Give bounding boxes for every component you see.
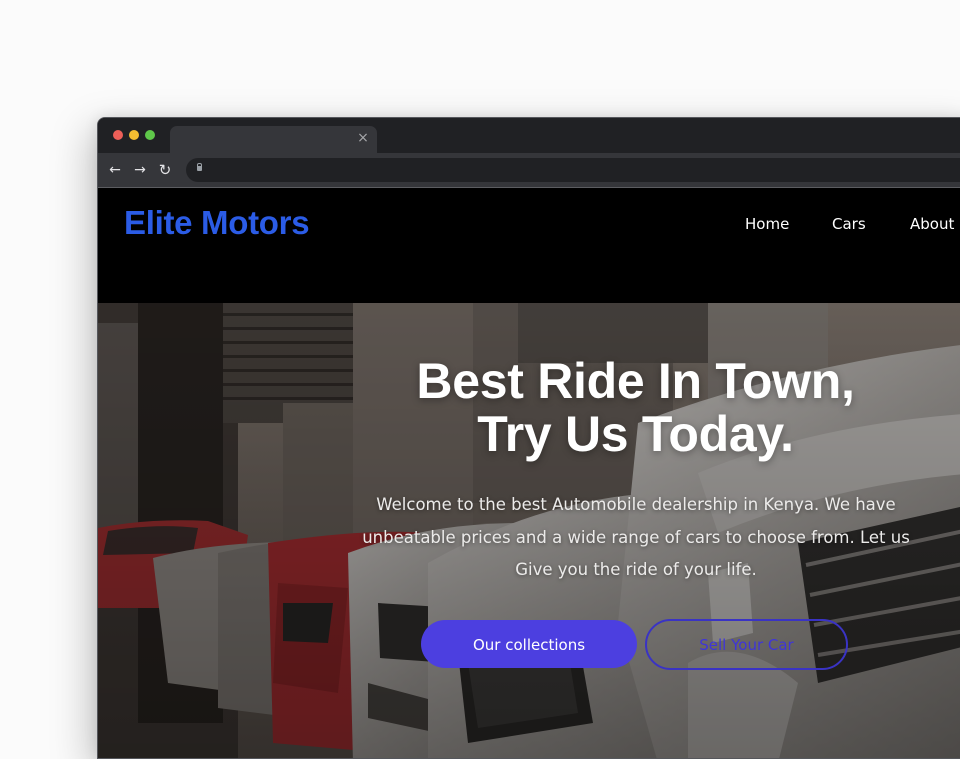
hero-section: Best Ride In Town, Try Us Today. Welcome… bbox=[98, 303, 960, 758]
address-bar[interactable] bbox=[186, 158, 960, 182]
close-window-button[interactable] bbox=[113, 130, 123, 140]
site-header: Elite Motors Home Cars About bbox=[98, 188, 960, 303]
back-icon[interactable]: ← bbox=[107, 162, 123, 178]
browser-toolbar: ← → ↻ bbox=[98, 153, 960, 188]
hero-title: Best Ride In Town, Try Us Today. bbox=[338, 355, 933, 461]
lock-icon bbox=[197, 163, 202, 171]
hero-description: Welcome to the best Automobile dealershi… bbox=[362, 495, 910, 579]
sell-your-car-button[interactable]: Sell Your Car bbox=[645, 619, 848, 670]
browser-window: × ← → ↻ Elite Motors Home Cars About Bes… bbox=[97, 117, 960, 759]
browser-tab[interactable]: × bbox=[170, 126, 377, 154]
tab-bar: × bbox=[98, 118, 960, 154]
site-logo[interactable]: Elite Motors bbox=[124, 204, 310, 242]
close-icon[interactable]: × bbox=[356, 131, 370, 145]
forward-icon[interactable]: → bbox=[132, 162, 148, 178]
minimize-window-button[interactable] bbox=[129, 130, 139, 140]
nav-link-cars[interactable]: Cars bbox=[832, 215, 866, 233]
hero-title-line-2: Try Us Today. bbox=[477, 406, 794, 462]
website: Elite Motors Home Cars About Best Ride I… bbox=[98, 188, 960, 758]
maximize-window-button[interactable] bbox=[145, 130, 155, 140]
hero-title-line-1: Best Ride In Town, bbox=[416, 353, 855, 409]
nav-link-home[interactable]: Home bbox=[745, 215, 789, 233]
our-collections-button[interactable]: Our collections bbox=[421, 620, 637, 668]
nav-link-about[interactable]: About bbox=[910, 215, 954, 233]
reload-icon[interactable]: ↻ bbox=[157, 162, 173, 178]
